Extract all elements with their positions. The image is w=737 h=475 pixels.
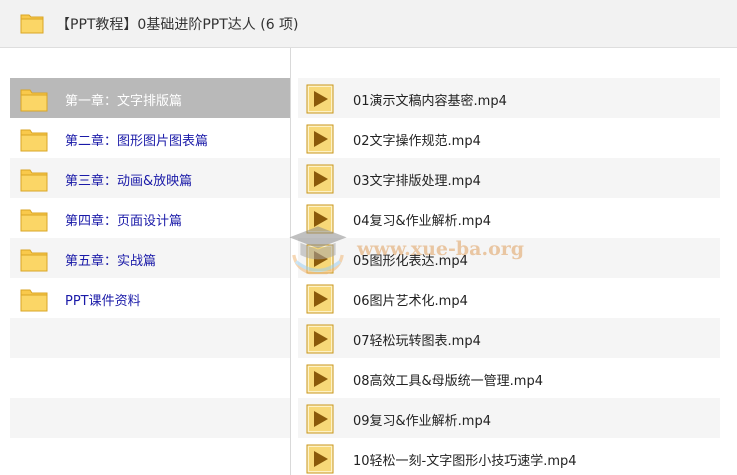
file-name: 04复习&作业解析.mp4 bbox=[353, 214, 491, 229]
file-row[interactable]: 01演示文稿内容基密.mp4 bbox=[298, 78, 720, 118]
folder-icon bbox=[20, 209, 48, 232]
folder-item-chapter-3[interactable]: 第三章：动画&放映篇 bbox=[10, 158, 290, 198]
file-row[interactable]: 08高效工具&母版统一管理.mp4 bbox=[298, 358, 720, 398]
file-row[interactable]: 05图形化表达.mp4 bbox=[298, 238, 720, 278]
video-file-icon bbox=[306, 244, 334, 274]
file-row[interactable]: 02文字操作规范.mp4 bbox=[298, 118, 720, 158]
folder-icon bbox=[20, 89, 48, 112]
folder-label: 第五章：实战篇 bbox=[65, 254, 157, 269]
pane-divider[interactable] bbox=[290, 48, 291, 475]
video-file-icon bbox=[306, 284, 334, 314]
folder-list: 第一章：文字排版篇 第二章：图形图片图表篇 第三章：动画&放映篇 第四章：页面设… bbox=[10, 78, 290, 475]
video-file-icon bbox=[306, 164, 334, 194]
empty-row bbox=[10, 318, 290, 358]
folder-item-chapter-5[interactable]: 第五章：实战篇 bbox=[10, 238, 290, 278]
file-name: 06图片艺术化.mp4 bbox=[353, 294, 468, 309]
folder-icon bbox=[20, 169, 48, 192]
file-browser-window: 【PPT教程】0基础进阶PPT达人 (6 项) 第一章：文字排版篇 第二章：图形… bbox=[0, 0, 737, 475]
video-file-icon bbox=[306, 444, 334, 474]
folder-label: 第一章：文字排版篇 bbox=[65, 94, 183, 109]
folder-label: 第四章：页面设计篇 bbox=[65, 214, 183, 229]
file-row[interactable]: 07轻松玩转图表.mp4 bbox=[298, 318, 720, 358]
file-row[interactable]: 09复习&作业解析.mp4 bbox=[298, 398, 720, 438]
folder-label: PPT课件资料 bbox=[65, 294, 141, 309]
video-file-icon bbox=[306, 324, 334, 354]
folder-label: 第三章：动画&放映篇 bbox=[65, 174, 193, 189]
file-name: 10轻松一刻-文字图形小技巧速学.mp4 bbox=[353, 454, 577, 469]
folder-icon bbox=[20, 249, 48, 272]
file-name: 02文字操作规范.mp4 bbox=[353, 134, 481, 149]
file-row[interactable]: 04复习&作业解析.mp4 bbox=[298, 198, 720, 238]
folder-item-chapter-1[interactable]: 第一章：文字排版篇 bbox=[10, 78, 290, 118]
video-file-icon bbox=[306, 84, 334, 114]
file-name: 07轻松玩转图表.mp4 bbox=[353, 334, 481, 349]
video-file-icon bbox=[306, 204, 334, 234]
file-name: 09复习&作业解析.mp4 bbox=[353, 414, 491, 429]
file-name: 03文字排版处理.mp4 bbox=[353, 174, 481, 189]
folder-icon bbox=[20, 129, 48, 152]
video-file-icon bbox=[306, 124, 334, 154]
folder-item-chapter-4[interactable]: 第四章：页面设计篇 bbox=[10, 198, 290, 238]
file-name: 01演示文稿内容基密.mp4 bbox=[353, 94, 507, 109]
folder-icon bbox=[20, 14, 44, 34]
file-row[interactable]: 10轻松一刻-文字图形小技巧速学.mp4 bbox=[298, 438, 720, 475]
video-file-icon bbox=[306, 364, 334, 394]
file-list: 01演示文稿内容基密.mp4 02文字操作规范.mp4 03文字排版处理.mp4 bbox=[298, 78, 720, 475]
folder-icon bbox=[20, 289, 48, 312]
empty-row bbox=[10, 358, 290, 398]
video-file-icon bbox=[306, 404, 334, 434]
folder-label: 第二章：图形图片图表篇 bbox=[65, 134, 209, 149]
file-row[interactable]: 03文字排版处理.mp4 bbox=[298, 158, 720, 198]
empty-row bbox=[10, 438, 290, 475]
folder-item-ppt-materials[interactable]: PPT课件资料 bbox=[10, 278, 290, 318]
file-name: 05图形化表达.mp4 bbox=[353, 254, 468, 269]
window-title: 【PPT教程】0基础进阶PPT达人 (6 项) bbox=[56, 17, 299, 33]
folder-item-chapter-2[interactable]: 第二章：图形图片图表篇 bbox=[10, 118, 290, 158]
empty-row bbox=[10, 398, 290, 438]
file-name: 08高效工具&母版统一管理.mp4 bbox=[353, 374, 543, 389]
file-row[interactable]: 06图片艺术化.mp4 bbox=[298, 278, 720, 318]
title-bar: 【PPT教程】0基础进阶PPT达人 (6 项) bbox=[0, 0, 737, 48]
